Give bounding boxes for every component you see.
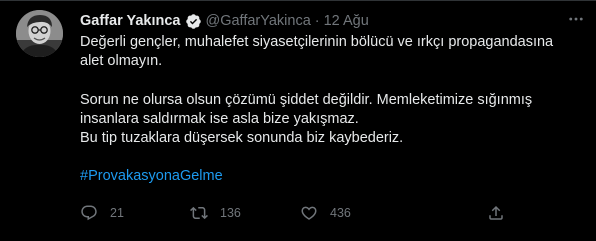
retweet-count: 136 bbox=[220, 206, 241, 220]
tweet-actions: 21 136 436 bbox=[80, 203, 520, 223]
reply-button[interactable]: 21 bbox=[80, 203, 124, 223]
like-count: 436 bbox=[330, 206, 351, 220]
hashtag-link[interactable]: #ProvakasyonaGelme bbox=[80, 168, 223, 184]
retweet-button[interactable]: 136 bbox=[190, 203, 241, 223]
tweet-paragraph-2-line-1: Sorun ne olursa olsun çözümü şiddet deği… bbox=[80, 91, 533, 127]
verified-badge-icon bbox=[185, 13, 202, 30]
reply-count: 21 bbox=[110, 206, 124, 220]
tweet-header: Gaffar Yakınca @GaffarYakinca · 12 Ağu bbox=[80, 11, 369, 31]
author-handle[interactable]: @GaffarYakinca bbox=[206, 13, 311, 29]
avatar[interactable] bbox=[16, 10, 63, 57]
tweet-paragraph-2-line-2: Bu tip tuzaklara düşersek sonunda biz ka… bbox=[80, 130, 404, 147]
tweet[interactable]: Gaffar Yakınca @GaffarYakinca · 12 Ağu D… bbox=[0, 0, 596, 241]
tweet-paragraph-1: Değerli gençler, muhalefet siyasetçileri… bbox=[80, 34, 554, 70]
header-separator: · bbox=[314, 13, 320, 29]
retweet-icon bbox=[190, 206, 208, 220]
more-options-button[interactable] bbox=[566, 9, 586, 29]
tweet-text: Değerli gençler, muhalefet siyasetçileri… bbox=[80, 33, 580, 187]
reply-icon bbox=[81, 205, 97, 221]
heart-icon bbox=[301, 206, 317, 220]
profile-photo-icon bbox=[16, 10, 63, 57]
tweet-date[interactable]: 12 Ağu bbox=[324, 13, 369, 29]
more-options-icon bbox=[569, 17, 583, 21]
like-button[interactable]: 436 bbox=[300, 203, 351, 223]
share-button[interactable] bbox=[487, 203, 505, 223]
author-display-name[interactable]: Gaffar Yakınca bbox=[80, 13, 181, 29]
share-icon bbox=[489, 205, 503, 220]
